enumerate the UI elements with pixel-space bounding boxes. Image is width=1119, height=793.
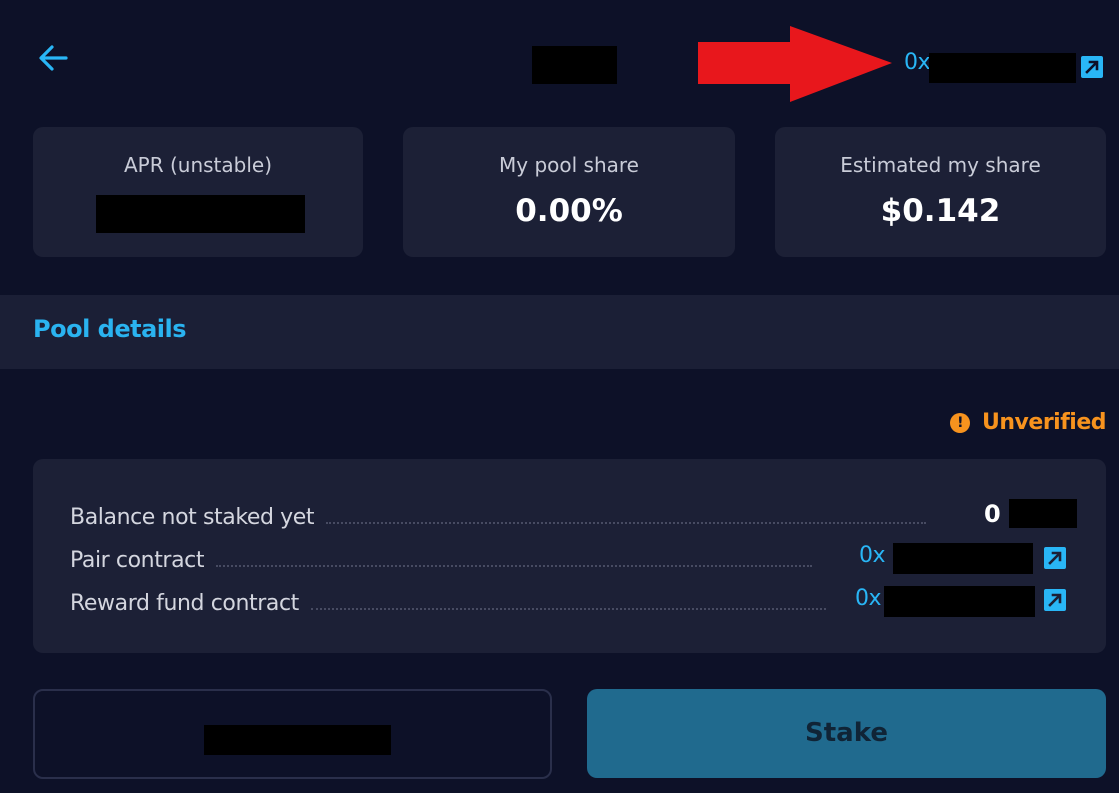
external-link-icon[interactable]: [1043, 546, 1067, 570]
apr-card: APR (unstable): [33, 127, 363, 257]
annotation-arrow-icon: [698, 26, 892, 102]
contract-address-redacted: [929, 53, 1076, 83]
reward-contract-row: Reward fund contract: [70, 584, 826, 616]
apr-label: APR (unstable): [123, 153, 273, 177]
leader-dots: [310, 608, 826, 610]
stake-label: Stake: [805, 718, 888, 748]
pair-address-redacted: [893, 543, 1033, 574]
pool-details-title: Pool details: [33, 315, 187, 343]
external-link-icon[interactable]: [1043, 588, 1067, 612]
estimated-share-card: Estimated my share $0.142: [775, 127, 1106, 257]
reward-address-redacted: [884, 586, 1035, 617]
estimated-share-value: $0.142: [880, 193, 1001, 229]
balance-value: 0: [984, 500, 1001, 528]
pair-contract-row: Pair contract: [70, 541, 813, 573]
unverified-label: Unverified: [982, 410, 1106, 435]
warning-circle-icon: !: [950, 412, 971, 433]
button-label-redacted: [204, 725, 391, 755]
back-button[interactable]: [34, 38, 74, 78]
reward-contract-link[interactable]: 0x: [855, 586, 882, 611]
external-link-icon[interactable]: [1080, 55, 1104, 79]
leader-dots: [326, 522, 927, 524]
pool-title-redacted: [532, 46, 617, 84]
pair-contract-label: Pair contract: [70, 548, 205, 573]
apr-value-redacted: [96, 195, 305, 233]
pool-share-label: My pool share: [499, 153, 639, 177]
stake-button[interactable]: Stake: [587, 689, 1106, 778]
contract-address-link[interactable]: 0x: [904, 50, 931, 75]
arrow-left-icon: [39, 45, 68, 71]
leader-dots: [216, 565, 813, 567]
balance-label: Balance not staked yet: [70, 505, 315, 530]
reward-contract-label: Reward fund contract: [70, 591, 299, 616]
balance-token-redacted: [1009, 499, 1077, 528]
balance-row: Balance not staked yet: [70, 498, 927, 530]
pool-share-value: 0.00%: [515, 193, 623, 229]
pair-contract-link[interactable]: 0x: [859, 543, 886, 568]
unverified-badge: ! Unverified: [950, 410, 1106, 435]
estimated-share-label: Estimated my share: [840, 153, 1041, 177]
pool-share-card: My pool share 0.00%: [403, 127, 735, 257]
pool-details-header: Pool details: [0, 295, 1119, 369]
